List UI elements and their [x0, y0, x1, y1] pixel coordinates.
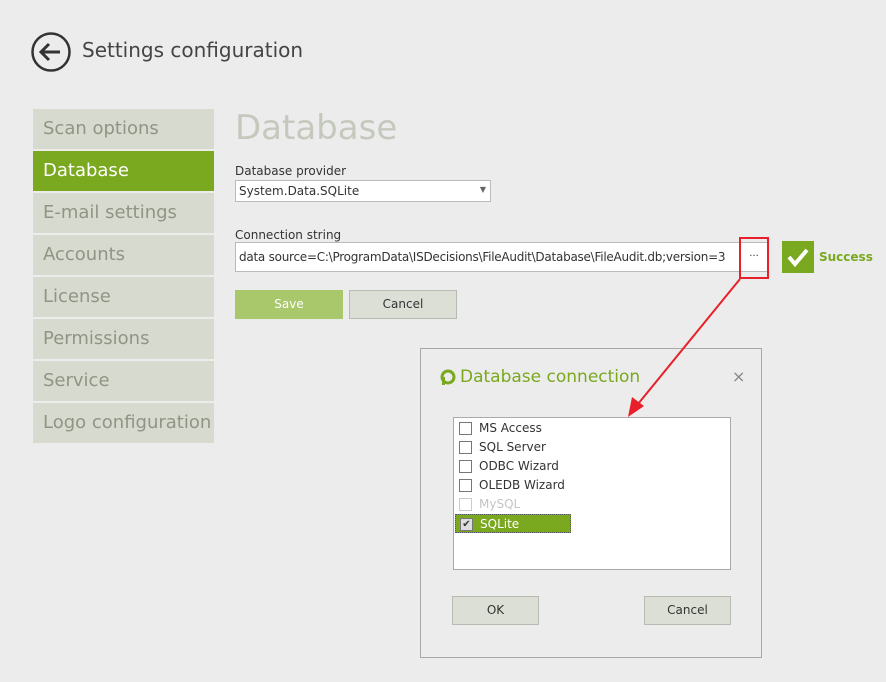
cancel-button[interactable]: Cancel — [349, 290, 457, 319]
connection-value: data source=C:\ProgramData\ISDecisions\F… — [239, 250, 726, 264]
sidebar-item-database[interactable]: Database — [33, 151, 214, 191]
list-item[interactable]: OLEDB Wizard — [455, 476, 725, 495]
sidebar-item-service[interactable]: Service — [33, 361, 214, 401]
browse-button[interactable]: ··· — [739, 237, 769, 279]
provider-select[interactable]: System.Data.SQLite ▼ — [235, 180, 491, 202]
option-label: ODBC Wizard — [479, 459, 559, 473]
ok-button[interactable]: OK — [452, 596, 539, 625]
list-item[interactable]: MS Access — [455, 419, 725, 438]
sidebar-item-accounts[interactable]: Accounts — [33, 235, 214, 275]
provider-value: System.Data.SQLite — [239, 184, 360, 198]
status-text: Success — [819, 250, 873, 264]
checkbox — [459, 498, 472, 511]
back-arrow-icon[interactable] — [30, 31, 72, 73]
ellipsis-icon: ··· — [749, 251, 759, 262]
sidebar-item-email-settings[interactable]: E-mail settings — [33, 193, 214, 233]
provider-label: Database provider — [235, 164, 347, 178]
checkbox-checked-icon[interactable]: ✔ — [460, 518, 473, 531]
section-heading: Database — [235, 108, 398, 148]
checkbox[interactable] — [459, 460, 472, 473]
page-title: Settings configuration — [82, 38, 304, 62]
connection-string-input[interactable]: data source=C:\ProgramData\ISDecisions\F… — [235, 242, 769, 272]
option-label: MS Access — [479, 421, 542, 435]
sidebar-item-permissions[interactable]: Permissions — [33, 319, 214, 359]
option-label: SQLite — [480, 517, 520, 531]
app-logo-icon — [440, 369, 456, 385]
sidebar-item-scan-options[interactable]: Scan options — [33, 109, 214, 149]
provider-list[interactable]: MS Access SQL Server ODBC Wizard OLEDB W… — [453, 417, 731, 570]
checkbox[interactable] — [459, 479, 472, 492]
checkbox[interactable] — [459, 422, 472, 435]
list-item[interactable]: ODBC Wizard — [455, 457, 725, 476]
sidebar-item-logo-configuration[interactable]: Logo configuration — [33, 403, 214, 443]
database-connection-dialog: Database connection × MS Access SQL Serv… — [420, 348, 762, 658]
list-item-selected[interactable]: ✔ SQLite — [455, 514, 571, 533]
chevron-down-icon: ▼ — [479, 185, 486, 194]
close-icon[interactable]: × — [732, 367, 745, 386]
option-label: SQL Server — [479, 440, 546, 454]
save-button[interactable]: Save — [235, 290, 343, 319]
sidebar-item-license[interactable]: License — [33, 277, 214, 317]
dialog-title: Database connection — [460, 367, 641, 387]
dialog-cancel-button[interactable]: Cancel — [644, 596, 731, 625]
list-item[interactable]: SQL Server — [455, 438, 725, 457]
list-item: MySQL — [455, 495, 725, 514]
option-label: MySQL — [479, 497, 521, 511]
option-label: OLEDB Wizard — [479, 478, 565, 492]
success-check-icon — [782, 241, 814, 273]
checkbox[interactable] — [459, 441, 472, 454]
connection-label: Connection string — [235, 228, 342, 242]
